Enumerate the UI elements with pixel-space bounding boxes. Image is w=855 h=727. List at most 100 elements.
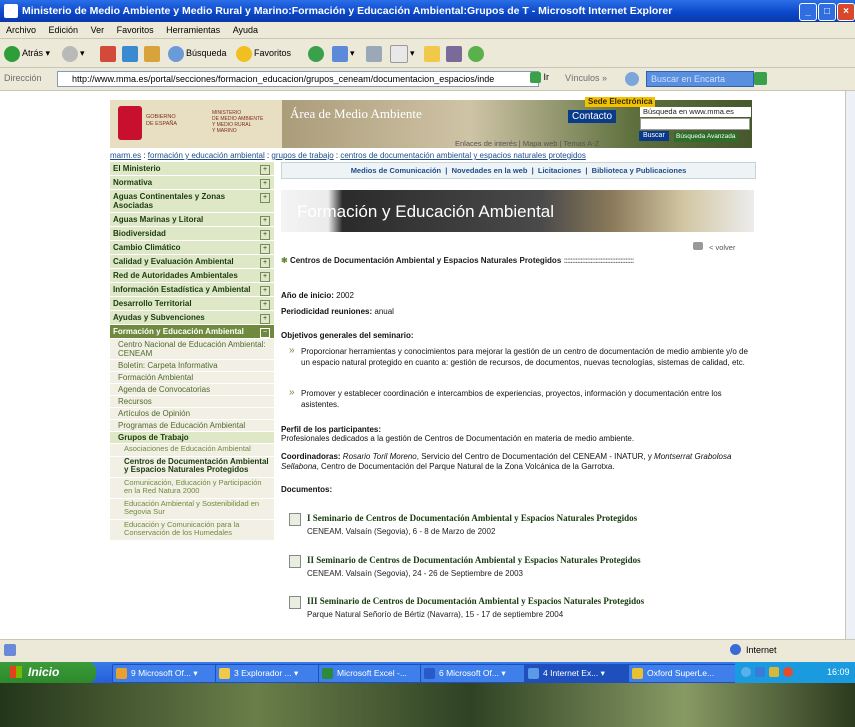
search-button[interactable]: Búsqueda	[168, 44, 227, 62]
nav-item-ayudas[interactable]: Ayudas y Subvenciones +	[110, 311, 274, 325]
nav-sub-ceneam[interactable]: Centro Nacional de Educación Ambiental: …	[110, 339, 274, 360]
nav-item-formacion[interactable]: Formación y Educación Ambiental −	[110, 325, 274, 339]
tray-app-icon[interactable]	[755, 667, 765, 677]
encarta-search-icon[interactable]	[625, 72, 639, 86]
messenger-button[interactable]	[468, 44, 486, 62]
breadcrumb-centros[interactable]: centros de documentación ambiental y esp…	[340, 151, 585, 160]
favorites-button[interactable]: Favoritos	[236, 44, 291, 62]
nav-sub2-red-natura[interactable]: Comunicación, Educación y Participación …	[110, 477, 274, 499]
nav-sub-agenda[interactable]: Agenda de Convocatorias	[110, 384, 274, 396]
nav-item-normativa[interactable]: Normativa +	[110, 176, 274, 190]
nav-sub2-asociaciones[interactable]: Asociaciones de Educación Ambiental	[110, 444, 274, 457]
edit-button[interactable]: ▾	[390, 44, 415, 63]
refresh-button[interactable]	[122, 44, 140, 62]
document-title[interactable]: II Seminario de Centros de Documentación…	[307, 554, 641, 566]
document-title[interactable]: I Seminario de Centros de Documentación …	[307, 512, 637, 524]
print-page-icon[interactable]	[693, 242, 703, 250]
print-button[interactable]	[366, 44, 384, 62]
nav-sub-boletin[interactable]: Boletín: Carpeta Informativa	[110, 360, 274, 372]
maximize-button[interactable]: □	[818, 3, 836, 21]
encarta-go-icon[interactable]	[754, 72, 767, 85]
nav-sub2-humedales[interactable]: Educación y Comunicación para la Conserv…	[110, 519, 274, 541]
buscar-button[interactable]: Buscar	[639, 131, 669, 141]
task-office[interactable]: 9 Microsoft Of... ▾	[112, 664, 230, 683]
nav-sub2-centros-documentacion[interactable]: Centros de Documentación Ambiental y Esp…	[110, 456, 274, 478]
nav-item-cambio-climatico[interactable]: Cambio Climático +	[110, 241, 274, 255]
antivirus-icon[interactable]	[783, 667, 793, 677]
nav-sub-programas[interactable]: Programas de Educación Ambiental	[110, 420, 274, 432]
nav-item-aguas-marinas[interactable]: Aguas Marinas y Litoral +	[110, 213, 274, 227]
menu-edicion[interactable]: Edición	[49, 25, 79, 35]
folder-button[interactable]	[424, 44, 442, 62]
contacto-button[interactable]: Contacto	[568, 110, 617, 123]
start-button[interactable]: Inicio	[0, 662, 96, 683]
anio-inicio: Año de inicio: 2002	[281, 291, 354, 300]
menu-archivo[interactable]: Archivo	[6, 25, 36, 35]
status-bar: Internet	[0, 639, 855, 662]
nav-item-desarrollo-territorial[interactable]: Desarrollo Territorial +	[110, 297, 274, 311]
close-button[interactable]: ×	[837, 3, 855, 21]
topnav-novedades[interactable]: Novedades en la web	[452, 166, 528, 175]
header-links[interactable]: Enlaces de interés | Mapa web | Temas A-…	[455, 139, 599, 148]
minimize-button[interactable]: _	[799, 3, 817, 21]
topnav-biblioteca[interactable]: Biblioteca y Publicaciones	[592, 166, 687, 175]
volver-link[interactable]: < volver	[709, 243, 735, 252]
ie-icon	[528, 668, 539, 679]
menu-favoritos[interactable]: Favoritos	[117, 25, 154, 35]
menu-ayuda[interactable]: Ayuda	[233, 25, 258, 35]
coat-of-arms-icon	[118, 106, 142, 140]
nav-sub-recursos[interactable]: Recursos	[110, 396, 274, 408]
breadcrumb-marm[interactable]: marm.es	[110, 151, 141, 160]
forward-button[interactable]: ▾	[62, 44, 85, 62]
site-search-input[interactable]	[640, 118, 750, 130]
nav-item-aguas-continentales[interactable]: Aguas Continentales y Zonas Asociadas +	[110, 190, 274, 213]
topnav-medios[interactable]: Medios de Comunicación	[351, 166, 441, 175]
topnav-licitaciones[interactable]: Licitaciones	[538, 166, 581, 175]
document-icon	[289, 596, 301, 609]
task-oxford[interactable]: Oxford SuperLe...	[628, 664, 750, 683]
network-icon[interactable]	[741, 667, 751, 677]
nav-item-red-autoridades[interactable]: Red de Autoridades Ambientales +	[110, 269, 274, 283]
document-title[interactable]: III Seminario de Centros de Documentació…	[307, 595, 644, 607]
nav-sub-articulos[interactable]: Artículos de Opinión	[110, 408, 274, 420]
task-internet-explorer[interactable]: 4 Internet Ex... ▾	[524, 664, 642, 683]
nav-sub-formacion-ambiental[interactable]: Formación Ambiental	[110, 372, 274, 384]
tray-app-icon[interactable]	[769, 667, 779, 677]
nav-sub2-segovia-sur[interactable]: Educación Ambiental y Sostenibilidad en …	[110, 498, 274, 520]
nav-item-calidad[interactable]: Calidad y Evaluación Ambiental +	[110, 255, 274, 269]
breadcrumb-grupos[interactable]: grupos de trabajo	[271, 151, 333, 160]
section-title: ✱ Centros de Documentación Ambiental y E…	[281, 256, 634, 265]
task-explorer[interactable]: 3 Explorador ... ▾	[215, 664, 333, 683]
objetivo-1: Proporcionar herramientas y conocimiento…	[289, 346, 756, 368]
mail-button[interactable]: ▾	[332, 44, 355, 62]
folder-icon	[424, 45, 440, 62]
task-excel[interactable]: Microsoft Excel -...	[318, 664, 434, 683]
vertical-scrollbar[interactable]	[845, 91, 855, 639]
encarta-search-input[interactable]: Buscar en Encarta	[646, 71, 754, 87]
sede-electronica-link[interactable]: Sede Electrónica	[585, 97, 656, 107]
nav-item-ministerio[interactable]: El Ministerio +	[110, 162, 274, 176]
print-icon	[366, 45, 382, 62]
breadcrumb-formacion[interactable]: formación y educación ambiental	[148, 151, 265, 160]
nav-sub-grupos[interactable]: Grupos de Trabajo	[110, 432, 274, 444]
nav-item-informacion-estadistica[interactable]: Información Estadística y Ambiental +	[110, 283, 274, 297]
home-button[interactable]	[144, 44, 162, 62]
page-viewport: GOBIERNO DE ESPAÑA MINISTERIO DE MEDIO AMB…	[0, 91, 845, 639]
nav-item-biodiversidad[interactable]: Biodiversidad +	[110, 227, 274, 241]
links-toolbar[interactable]: Vínculos »	[565, 73, 607, 83]
menu-ver[interactable]: Ver	[91, 25, 105, 35]
back-button[interactable]: Atrás ▾	[4, 44, 50, 62]
menu-herramientas[interactable]: Herramientas	[166, 25, 220, 35]
clock[interactable]: 16:09	[827, 662, 850, 683]
gobierno-label: GOBIERNO DE ESPAÑA	[146, 114, 178, 127]
stop-button[interactable]	[100, 44, 118, 62]
busqueda-avanzada-link[interactable]: Búsqueda Avanzada	[674, 132, 738, 142]
task-word[interactable]: 6 Microsoft Of... ▾	[420, 664, 538, 683]
address-input[interactable]: http://www.mma.es/portal/secciones/forma…	[57, 71, 539, 87]
go-button[interactable]: Ir	[530, 72, 549, 84]
expand-icon: +	[260, 230, 270, 240]
research-button[interactable]	[446, 44, 464, 62]
mail-icon	[332, 45, 348, 62]
history-button[interactable]	[308, 44, 326, 62]
ministry-logo[interactable]: GOBIERNO DE ESPAÑA MINISTERIO DE MEDIO AMB…	[110, 100, 282, 148]
